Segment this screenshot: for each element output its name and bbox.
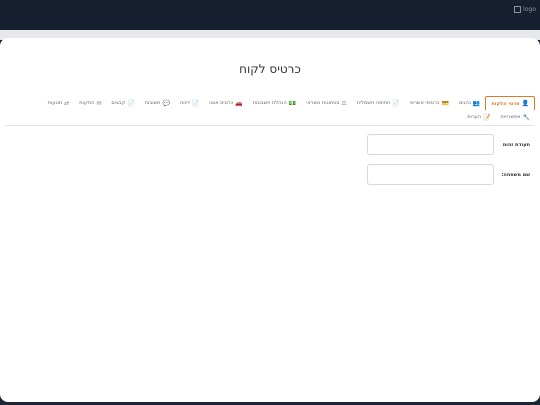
tab-comments-8[interactable]: 💬 תשובות <box>140 96 175 110</box>
balance-icon: ⚖ <box>341 99 347 107</box>
money-icon: 💵 <box>288 99 297 107</box>
tab-document-7[interactable]: 📄 דיווח <box>175 96 204 110</box>
tab-bar: 👤 פרטי הלקוח 👥 נהגים 💳 כרטיסי אשראי 📄 חתימה חשמ… <box>5 96 535 124</box>
user-icon: 👤 <box>521 100 529 107</box>
logo-alt-text: logo <box>523 5 536 13</box>
tab-label: הנהלת חשבונות <box>252 100 287 106</box>
car-icon: 🚗 <box>235 99 243 107</box>
wrench-icon: 🔧 <box>522 113 530 121</box>
tab-label: תנועות <box>47 100 63 106</box>
document-icon: 📄 <box>191 99 200 107</box>
tab-label: תשובות <box>144 100 161 106</box>
tab-note-13[interactable]: 📝 הערות <box>462 110 495 124</box>
tab-users-1[interactable]: 👥 נהגים <box>454 96 485 110</box>
tab-balance-4[interactable]: ⚖ בטחונות אשראי <box>301 96 352 110</box>
id-row: תעודת זהות <box>367 134 530 155</box>
envelope-icon: ✉ <box>96 99 102 107</box>
file-icon: 📄 <box>392 99 400 107</box>
logo[interactable]: logo <box>514 4 536 14</box>
tab-label: פרטי הלקוח <box>491 100 520 107</box>
tab-label: אפשרויות <box>500 114 521 120</box>
tab-label: חתימה חשמלית <box>356 100 391 106</box>
tab-label: בטחונות אשראי <box>306 100 340 106</box>
tab-file-9[interactable]: 📄 קבצים <box>106 96 139 110</box>
customer-card: כרטיס לקוח 👤 פרטי הלקוח 👥 נהגים 💳 כרטיסי אשרא… <box>0 38 540 402</box>
tab-label: קבצים <box>111 100 126 106</box>
id-number-input[interactable] <box>367 134 494 155</box>
comments-icon: 💬 <box>162 99 170 107</box>
id-label: תעודת זהות <box>502 141 530 148</box>
top-navbar: logo <box>0 0 540 30</box>
credit-card-icon: 💳 <box>441 99 450 107</box>
tab-credit-card-2[interactable]: 💳 כרטיסי אשראי <box>405 96 454 110</box>
tab-divider <box>5 125 535 126</box>
lastname-label: שם משפחה: <box>501 171 530 178</box>
note-icon: 📝 <box>483 113 491 121</box>
tab-label: נהגים <box>459 100 471 106</box>
users-icon: 👥 <box>472 99 481 107</box>
tab-envelope-10[interactable]: ✉ הודעות <box>74 96 106 110</box>
tab-exchange-11[interactable]: ⇄ תנועות <box>43 96 74 110</box>
tab-money-5[interactable]: 💵 הנהלת חשבונות <box>248 96 301 110</box>
broken-image-icon <box>514 5 522 13</box>
tab-wrench-12[interactable]: 🔧 אפשרויות <box>496 110 535 124</box>
tab-file-3[interactable]: 📄 חתימה חשמלית <box>352 96 405 110</box>
lastname-row: שם משפחה: <box>367 164 530 185</box>
tab-label: כרטיסי אשראי <box>409 100 440 106</box>
file-icon: 📄 <box>127 99 135 107</box>
tab-car-6[interactable]: 🚗 כרטיס אוטו <box>204 96 247 110</box>
tab-label: הערות <box>467 114 482 120</box>
tab-user-0[interactable]: 👤 פרטי הלקוח <box>485 96 535 110</box>
tab-label: דיווח <box>179 100 190 106</box>
exchange-icon: ⇄ <box>64 99 70 107</box>
tab-label: הודעות <box>79 100 95 106</box>
tab-label: כרטיס אוטו <box>209 100 234 106</box>
lastname-input[interactable] <box>367 164 494 185</box>
page-title: כרטיס לקוח <box>239 62 301 76</box>
